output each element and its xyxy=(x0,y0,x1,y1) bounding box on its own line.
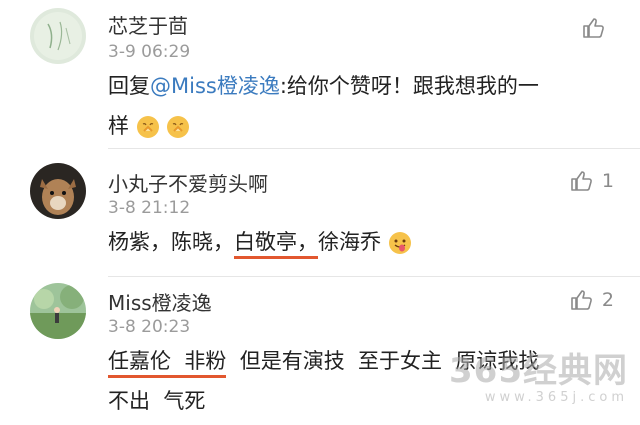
underlined-text: 白敬亭， xyxy=(234,230,318,259)
comment-text-b: 徐海乔 xyxy=(318,230,381,254)
username[interactable]: 芯芝于茴 xyxy=(108,10,188,39)
watermark-main: 365经典网 xyxy=(449,351,628,391)
comment-text-line2: 样 xyxy=(108,114,129,138)
timestamp: 3-9 06:29 xyxy=(108,42,191,62)
comment-item-2: 小丸子不爱剪头啊 3-8 21:12 1 杨紫，陈晓，白敬亭，徐海乔 xyxy=(0,149,640,276)
thumbs-up-icon xyxy=(583,18,604,38)
comment-text-line1: :给你个赞呀！跟我想我的一 xyxy=(279,74,539,98)
like-count: 2 xyxy=(601,289,614,311)
avatar-3[interactable] xyxy=(30,283,86,339)
timestamp: 3-8 21:12 xyxy=(108,198,191,218)
avatar-2[interactable] xyxy=(30,163,86,219)
avatar-1[interactable] xyxy=(30,8,86,64)
comment-text-a: 杨紫，陈晓， xyxy=(108,230,234,254)
username[interactable]: Miss橙凌逸 xyxy=(108,287,212,316)
like-button[interactable]: 2 xyxy=(570,288,614,312)
like-button[interactable]: 1 xyxy=(570,169,614,193)
thumbs-up-icon xyxy=(571,290,592,310)
comment-text-line2: 不出 气死 xyxy=(108,389,206,413)
comment-text: 杨紫，陈晓，白敬亭，徐海乔 xyxy=(108,222,412,262)
underlined-text: 任嘉伦 非粉 xyxy=(108,349,227,378)
thumbs-up-icon xyxy=(571,171,592,191)
watermark: 365经典网 www.365j.com xyxy=(449,343,628,405)
username[interactable]: 小丸子不爱剪头啊 xyxy=(108,168,268,197)
reply-prefix: 回复 xyxy=(108,74,150,98)
emoji-clap-icon xyxy=(136,116,159,138)
like-count: 1 xyxy=(601,170,614,192)
emoji-tongue-icon xyxy=(388,232,411,254)
comment-item-1: 芯芝于茴 3-9 06:29 回复@Miss橙凌逸:给你个赞呀！跟我想我的一 样 xyxy=(0,0,640,148)
mention-link[interactable]: @Miss橙凌逸 xyxy=(150,74,280,98)
like-button[interactable] xyxy=(582,16,614,40)
comment-text: 回复@Miss橙凌逸:给你个赞呀！跟我想我的一 样 xyxy=(108,66,539,146)
emoji-clap-icon xyxy=(167,116,190,138)
timestamp: 3-8 20:23 xyxy=(108,317,191,337)
watermark-sub: www.365j.com xyxy=(484,390,628,405)
